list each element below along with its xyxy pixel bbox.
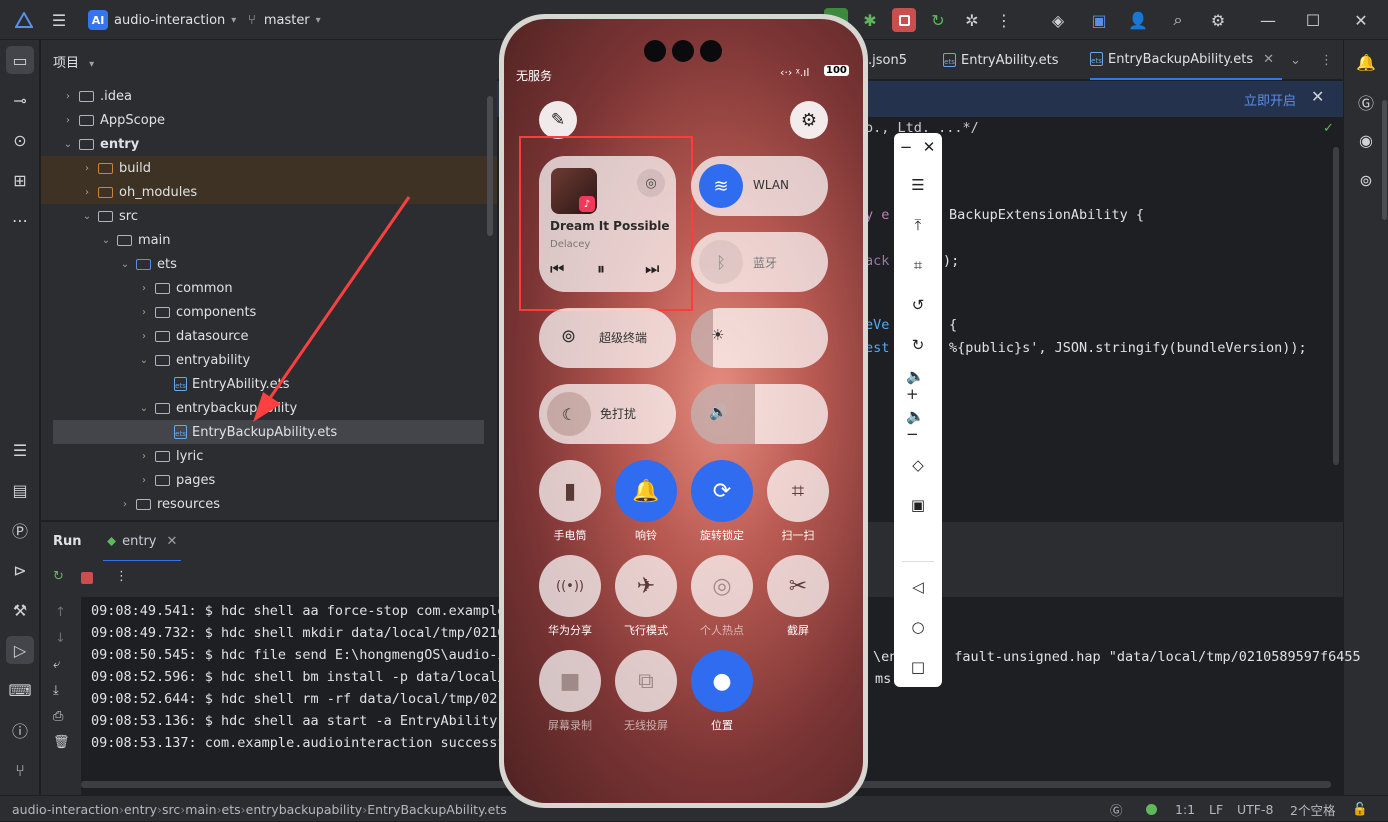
bluetooth-label: 蓝牙 [753, 256, 778, 270]
scan-icon[interactable]: ⌗ [767, 460, 829, 522]
bluetooth-icon: ᛒ [699, 240, 743, 284]
moon-icon: ☾ [547, 392, 591, 436]
super-terminal-tile[interactable]: ⊚ 超级终端 [539, 308, 676, 368]
location-icon[interactable]: ● [691, 650, 753, 712]
brightness-fill [691, 308, 713, 368]
toggle-label: 华为分享 [548, 624, 592, 637]
close-icon[interactable]: ✕ [917, 135, 941, 159]
volume-up-icon[interactable]: 🔈+ [906, 367, 930, 403]
toggle-label: 手电筒 [553, 529, 587, 542]
share-icon[interactable]: ((•)) [539, 555, 601, 617]
screen-record-icon[interactable]: ■ [539, 650, 601, 712]
highlight-box [519, 136, 693, 311]
carrier-status: 无服务 [516, 69, 553, 83]
shake-icon[interactable]: ◇ [906, 453, 930, 477]
brightness-auto-icon: ☀ [711, 326, 725, 344]
super-terminal-label: 超级终端 [599, 331, 648, 345]
brightness-slider[interactable]: ☀ [691, 308, 828, 368]
toggle-label: 无线投屏 [624, 719, 668, 732]
toggle-label: 飞行模式 [624, 624, 668, 637]
camera-dot [672, 40, 694, 62]
rotate-right-icon[interactable]: ↻ [906, 333, 930, 357]
camera-dot [700, 40, 722, 62]
super-terminal-icon: ⊚ [561, 326, 577, 347]
menu-icon[interactable]: ☰ [906, 173, 930, 197]
signal-icon: ‹·› ᵡ.ıl [780, 66, 810, 79]
back-icon[interactable]: ◁ [906, 575, 930, 599]
screenshot-icon[interactable]: ✂ [767, 555, 829, 617]
phone-settings-icon[interactable]: ⚙ [790, 101, 828, 139]
toggle-label: 屏幕录制 [548, 719, 592, 732]
volume-down-icon[interactable]: 🔈− [906, 407, 930, 443]
toggle-label: 旋转锁定 [700, 529, 744, 542]
toggle-label: 个人热点 [700, 624, 744, 637]
dnd-label: 免打扰 [600, 407, 637, 421]
pin-top-icon[interactable]: ⤒ [906, 213, 930, 237]
rotation-lock-icon[interactable]: ⟳ [691, 460, 753, 522]
minimize-icon[interactable]: − [894, 135, 918, 159]
phone-emulator: 无服务 ‹·› ᵡ.ıl 100 ✎ ⚙ ♪ ◎ Dream It Possib… [499, 14, 868, 808]
bluetooth-tile[interactable]: ᛒ 蓝牙 [691, 232, 828, 292]
wlan-label: WLAN [753, 178, 790, 192]
crop-icon[interactable]: ⌗ [906, 253, 930, 277]
cast-icon[interactable]: ⧉ [615, 650, 677, 712]
battery-indicator: 100 [824, 65, 849, 76]
toggle-label: 扫一扫 [781, 529, 815, 542]
rotate-left-icon[interactable]: ↺ [906, 293, 930, 317]
wlan-tile[interactable]: ≋ WLAN [691, 156, 828, 216]
emulator-toolbar: − ✕ ☰ ⤒ ⌗ ↺ ↻ 🔈+ 🔈− ◇ ▣ ◁ ○ □ [894, 133, 942, 687]
flashlight-icon[interactable]: ▮ [539, 460, 601, 522]
speaker-icon: 🔊 [709, 403, 728, 421]
bell-icon[interactable]: 🔔 [615, 460, 677, 522]
camera-dot [644, 40, 666, 62]
toggle-label: 截屏 [787, 624, 809, 637]
edit-icon[interactable]: ✎ [539, 101, 577, 139]
do-not-disturb-tile[interactable]: ☾ 免打扰 [539, 384, 676, 444]
toolbar-divider [902, 561, 934, 562]
phone-screen[interactable]: 无服务 ‹·› ᵡ.ıl 100 ✎ ⚙ ♪ ◎ Dream It Possib… [504, 19, 863, 803]
airplane-icon[interactable]: ✈ [615, 555, 677, 617]
volume-slider[interactable]: 🔊 [691, 384, 828, 444]
multi-device-icon[interactable]: ▣ [906, 493, 930, 517]
toggle-label: 响铃 [635, 529, 657, 542]
recents-icon[interactable]: □ [906, 655, 930, 679]
home-icon[interactable]: ○ [906, 615, 930, 639]
hotspot-icon[interactable]: ◎ [691, 555, 753, 617]
wifi-icon: ≋ [699, 164, 743, 208]
toggle-label: 位置 [711, 719, 733, 732]
